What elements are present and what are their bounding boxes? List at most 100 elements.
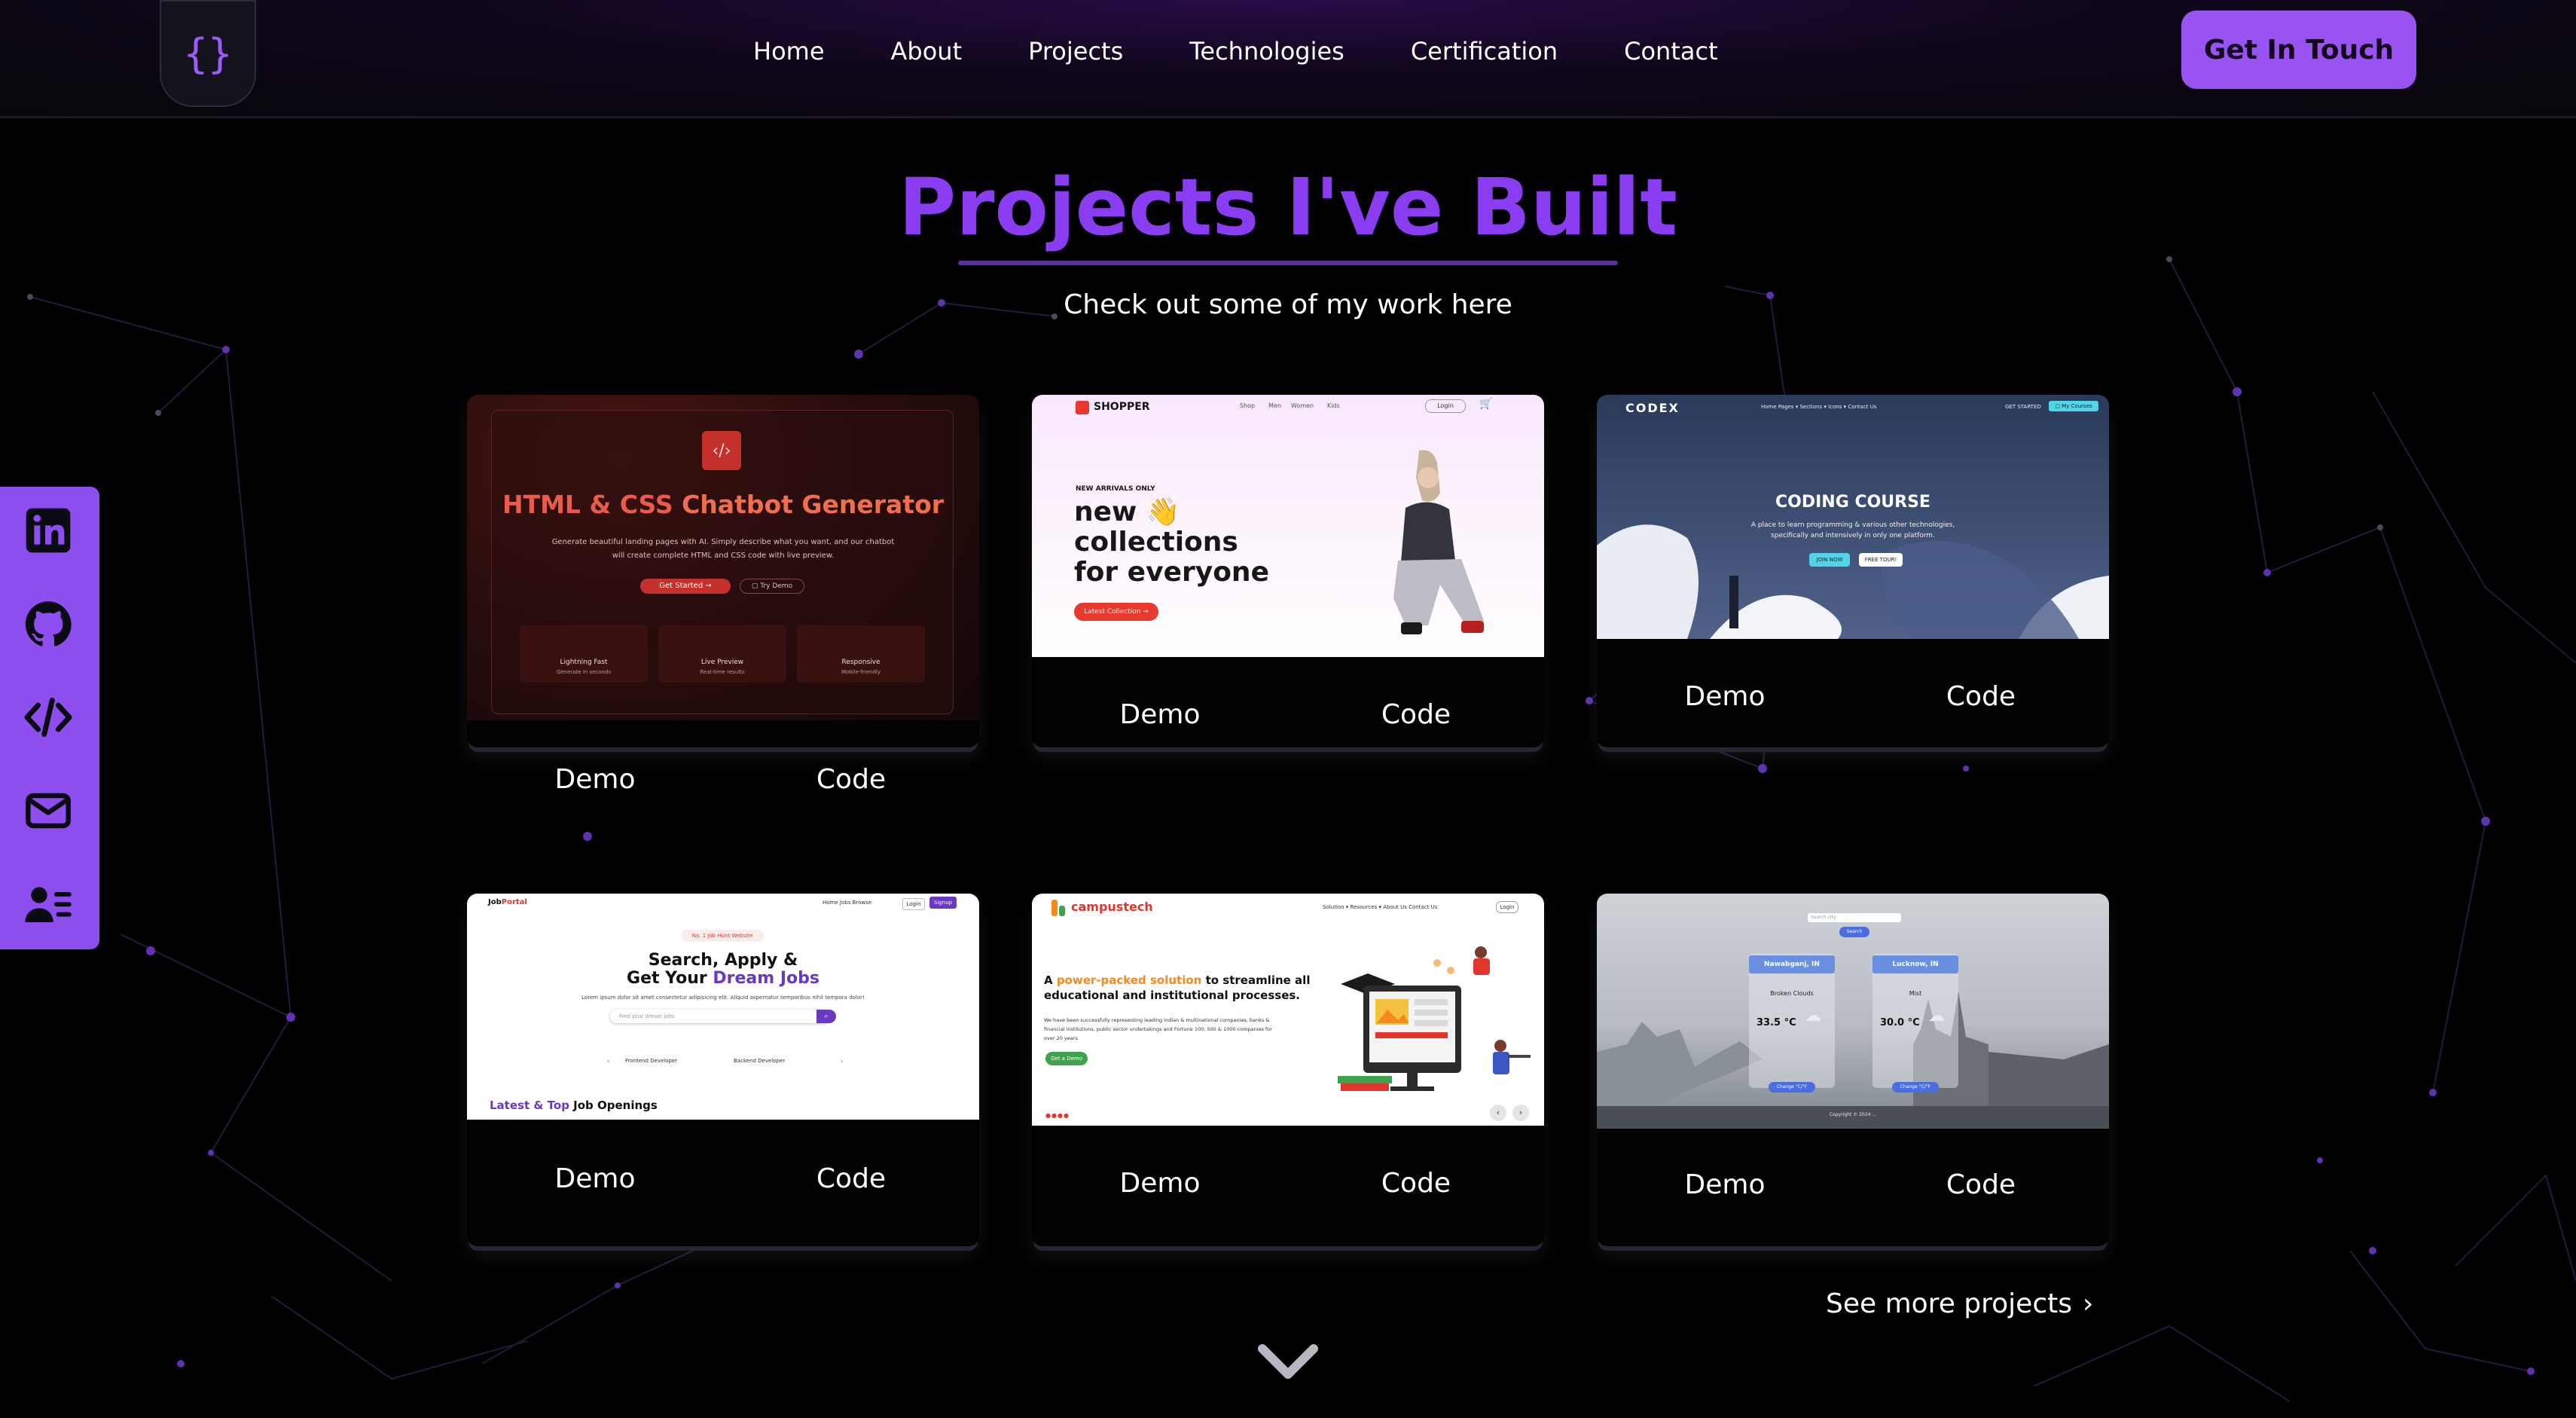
project-actions: Demo Code [1032,699,1544,730]
project-card-codex: CODEX Home Pages ▾ Sections ▾ Icons ▾ Co… [1597,395,2109,747]
nav-technologies[interactable]: Technologies [1189,37,1344,66]
bag-icon [1076,401,1089,414]
carousel-next-icon: › [1512,1105,1529,1121]
preview-feature-1: Lightning Fast [560,659,608,666]
linkedin-icon[interactable] [23,505,74,556]
preview-headline-1: Search, Apply & [648,951,798,970]
project-preview-codex[interactable]: CODEX Home Pages ▾ Sections ▾ Icons ▾ Co… [1597,395,2109,639]
preview-headline-2-b: Dream Jobs [713,969,819,988]
project-actions: Demo Code [467,1163,979,1194]
code-link[interactable]: Code [723,1163,979,1194]
preview-join-now-button: JOIN NOW [1809,553,1850,567]
preview-line-1: new 👋 [1074,497,1180,527]
preview-line-1: Lorem ipsum dolor sit amet consectetur a… [581,995,865,1001]
preview-headline-2: educational and institutional processes. [1044,989,1300,1002]
preview-line-2: specifically and intensively in only one… [1771,532,1935,539]
preview-city-2-name: Lucknow, IN [1872,955,1958,973]
preview-menu-kids: Kids [1327,402,1340,409]
code-link[interactable]: Code [1853,1169,2109,1200]
demo-link[interactable]: Demo [467,764,723,795]
preview-get-demo-button: Get a Demo [1045,1052,1088,1065]
nav-certification[interactable]: Certification [1411,37,1558,66]
preview-menu-women: Women [1291,402,1314,409]
preview-category-2: Backend Developer [734,1058,786,1064]
project-actions: Demo Code [1597,681,2109,712]
preview-feature-3-sub: Mobile-friendly [841,669,881,675]
preview-line-1: A place to learn programming & various o… [1750,521,1955,529]
demo-link[interactable]: Demo [1032,1168,1288,1199]
preview-city-1-temp: 33.5 °C [1757,1017,1796,1028]
github-icon[interactable] [23,598,74,649]
preview-headline-a: A [1044,973,1057,987]
project-actions: Demo Code [467,764,979,795]
chevron-right-icon: › [841,1058,844,1065]
preview-openings-a: Latest & Top [490,1099,574,1112]
preview-feature-1-sub: Generate in seconds [556,669,612,675]
see-more-label: See more projects [1826,1288,2072,1319]
preview-menu: Solution ▾ Resources ▾ About Us Contact … [1323,904,1438,910]
contact-card-icon[interactable] [23,879,74,930]
code-link[interactable]: Code [1853,681,2109,712]
chevron-right-icon: › [2083,1288,2094,1319]
code-icon[interactable] [23,692,74,743]
social-sidebar [0,487,99,949]
project-actions: Demo Code [1032,1168,1544,1199]
preview-feature-3: Responsive [841,659,881,666]
code-icon: ‹/› [702,431,741,470]
demo-link[interactable]: Demo [1597,1169,1853,1200]
nav-home[interactable]: Home [753,37,825,66]
preview-headline-c: to streamline all [1201,973,1311,987]
preview-kicker: NEW ARRIVALS ONLY [1076,485,1155,493]
preview-login-button: Login [902,898,925,910]
preview-signup-button: Signup [929,897,957,909]
code-link[interactable]: Code [723,764,979,795]
preview-category-1: Frontend Developer [625,1058,678,1064]
project-preview-campustech[interactable]: campustech Solution ▾ Resources ▾ About … [1032,894,1544,1126]
preview-headline-b: Chatbot Generator [682,490,945,519]
preview-brand-b: Portal [501,898,527,906]
project-preview-shopper[interactable]: SHOPPER Shop Men Women Kids Login 🛒 NEW … [1032,395,1544,657]
logo-braces-icon[interactable]: {} [160,0,256,107]
preview-city-2-unit-button: Change °C/°F [1892,1082,1939,1093]
preview-get-started-button: Get Started → [640,579,731,594]
see-more-projects-link[interactable]: See more projects › [1826,1288,2093,1319]
project-preview-jobportal[interactable]: JobPortal Home Jobs Browse Login Signup … [467,894,979,1120]
preview-get-started: GET STARTED [2005,404,2041,410]
preview-try-demo-button: ▢ Try Demo [740,579,804,594]
preview-search-input: Find your dream jobs [610,1010,830,1023]
project-card-jobportal: JobPortal Home Jobs Browse Login Signup … [467,894,979,1246]
preview-city-2-desc: Mist [1909,990,1922,997]
chevron-down-icon[interactable] [1256,1341,1320,1383]
demo-link[interactable]: Demo [1597,681,1853,712]
preview-feature-2-sub: Real-time results [700,669,745,675]
project-preview-chatbot-generator[interactable]: ‹/› HTML & CSS Chatbot Generator Generat… [467,395,979,720]
preview-city-1-unit-button: Change °C/°F [1769,1082,1815,1093]
preview-latest-collection-button: Latest Collection → [1074,603,1158,621]
main-nav: Home About Projects Technologies Certifi… [753,0,1718,102]
preview-line-3: over 20 years. [1044,1035,1079,1041]
mail-icon[interactable] [23,785,74,836]
nav-about[interactable]: About [891,37,963,66]
search-icon: ⌕ [816,1010,836,1023]
preview-free-tour-button: FREE TOUR! [1859,553,1903,567]
preview-brand: SHOPPER [1094,401,1150,413]
nav-contact[interactable]: Contact [1624,37,1718,66]
demo-link[interactable]: Demo [467,1163,723,1194]
preview-menu-shop: Shop [1240,402,1256,409]
preview-my-courses-button: ▢ My Courses [2049,401,2098,411]
code-link[interactable]: Code [1288,699,1544,730]
get-in-touch-button[interactable]: Get In Touch [2181,11,2416,89]
chevron-left-icon: ‹ [607,1058,610,1065]
preview-city-1-name: Nawabganj, IN [1749,955,1835,973]
demo-link[interactable]: Demo [1032,699,1288,730]
code-link[interactable]: Code [1288,1168,1544,1199]
preview-search-input: Search city [1808,913,1901,922]
preview-menu: Home Jobs Browse [823,900,872,906]
carousel-prev-icon: ‹ [1490,1105,1506,1121]
nav-projects[interactable]: Projects [1028,37,1123,66]
preview-line-1: We have been successfully representing l… [1044,1017,1270,1023]
project-card-shopper: SHOPPER Shop Men Women Kids Login 🛒 NEW … [1032,395,1544,747]
preview-line-2: collections [1074,527,1238,558]
project-preview-weather[interactable]: Search city Search Nawabganj, IN Lucknow… [1597,894,2109,1129]
project-card-weather: Search city Search Nawabganj, IN Lucknow… [1597,894,2109,1246]
